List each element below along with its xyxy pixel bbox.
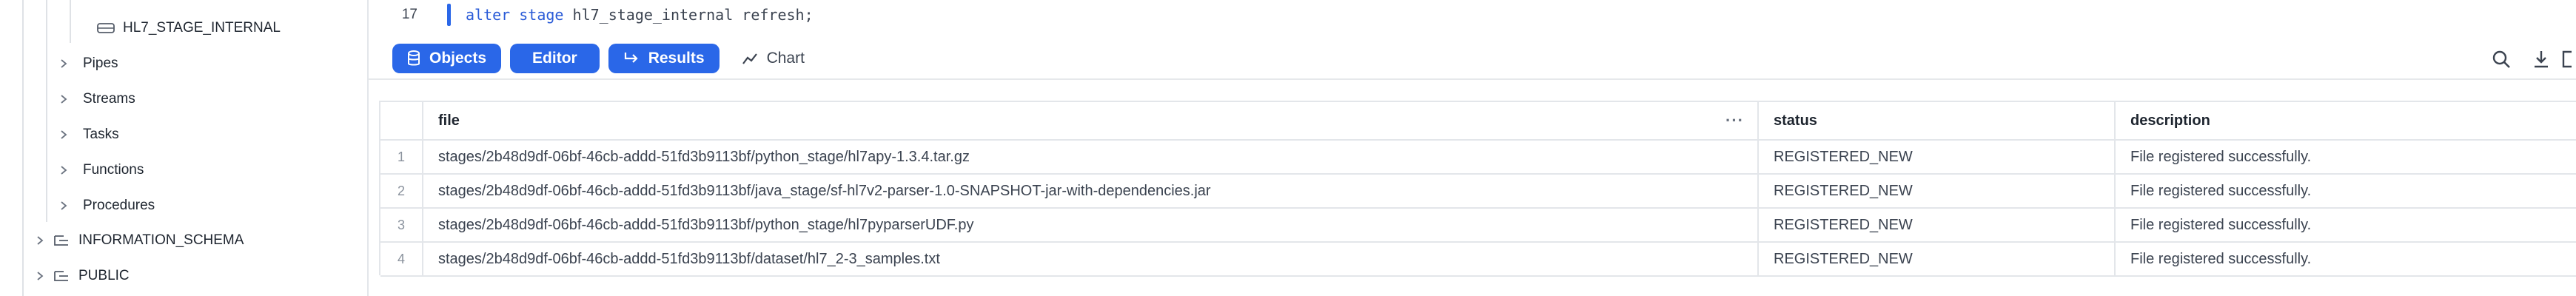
- tree-item-label: PUBLIC: [78, 268, 130, 283]
- chevron-right-icon[interactable]: [56, 56, 71, 71]
- chevron-right-icon[interactable]: [56, 127, 71, 142]
- sql-keyword: alter: [466, 6, 511, 24]
- schema-icon: [52, 233, 71, 248]
- table-row[interactable]: 4 stages/2b48d9df-06bf-46cb-addd-51fd3b9…: [380, 243, 2576, 277]
- column-header-description[interactable]: description: [2116, 102, 2576, 139]
- tree-item-label: Procedures: [83, 198, 155, 213]
- objects-button[interactable]: Objects: [392, 44, 502, 73]
- tree-item-procedures[interactable]: Procedures: [0, 191, 367, 221]
- tree-item-label: INFORMATION_SCHEMA: [78, 232, 244, 248]
- more-options-icon[interactable]: ···: [1725, 102, 1744, 139]
- object-explorer-sidebar: HL7_STAGE_INTERNAL Pipes Streams Tasks F…: [0, 0, 369, 296]
- cell-file[interactable]: stages/2b48d9df-06bf-46cb-addd-51fd3b911…: [423, 243, 1759, 275]
- table-row[interactable]: 3 stages/2b48d9df-06bf-46cb-addd-51fd3b9…: [380, 209, 2576, 243]
- line-number: 17: [401, 7, 417, 22]
- chart-label: Chart: [766, 50, 805, 67]
- return-arrow-icon: [624, 53, 638, 63]
- schema-icon: [52, 269, 71, 283]
- cell-status[interactable]: REGISTERED_NEW: [1759, 209, 2116, 241]
- results-button[interactable]: Results: [608, 44, 720, 73]
- column-title: status: [1774, 112, 1817, 129]
- objects-label: Objects: [429, 50, 487, 67]
- column-header-file[interactable]: file ···: [423, 102, 1759, 139]
- tree-item-public-schema[interactable]: PUBLIC: [0, 261, 367, 291]
- tree-item-label: Functions: [83, 162, 144, 178]
- tree-item-pipes[interactable]: Pipes: [0, 49, 367, 78]
- cell-status[interactable]: REGISTERED_NEW: [1759, 243, 2116, 275]
- results-toolbar: Objects Editor Results Chart: [369, 38, 2576, 80]
- download-icon[interactable]: [2521, 38, 2561, 80]
- stage-icon: [96, 21, 115, 36]
- column-title: description: [2130, 112, 2210, 129]
- chevron-right-icon[interactable]: [56, 92, 71, 107]
- chart-tab[interactable]: Chart: [742, 50, 805, 67]
- tree-item-streams[interactable]: Streams: [0, 84, 367, 114]
- editor-code-line[interactable]: 17 alter stage hl7_stage_internal refres…: [369, 0, 2576, 30]
- cell-description[interactable]: File registered successfully.: [2116, 175, 2576, 207]
- editor-label: Editor: [532, 50, 577, 67]
- active-line-marker: [447, 4, 451, 26]
- row-index: 1: [380, 141, 423, 173]
- table-row[interactable]: 1 stages/2b48d9df-06bf-46cb-addd-51fd3b9…: [380, 141, 2576, 175]
- chevron-right-icon[interactable]: [56, 198, 71, 213]
- row-index: 2: [380, 175, 423, 207]
- chevron-right-icon[interactable]: [33, 269, 47, 283]
- tree-item-label: Streams: [83, 91, 135, 107]
- tree-item-label: Tasks: [83, 127, 119, 142]
- tree-item-stage[interactable]: HL7_STAGE_INTERNAL: [0, 13, 367, 43]
- row-index-header: [380, 102, 423, 139]
- cell-description[interactable]: File registered successfully.: [2116, 243, 2576, 275]
- grid-header-row: file ··· status description: [380, 102, 2576, 141]
- database-icon: [408, 50, 420, 66]
- tree-item-label: Pipes: [83, 56, 118, 71]
- sql-keyword: stage: [519, 6, 564, 24]
- tree-item-tasks[interactable]: Tasks: [0, 120, 367, 149]
- table-row[interactable]: 2 stages/2b48d9df-06bf-46cb-addd-51fd3b9…: [380, 175, 2576, 209]
- cell-status[interactable]: REGISTERED_NEW: [1759, 175, 2116, 207]
- row-index: 3: [380, 209, 423, 241]
- cell-description[interactable]: File registered successfully.: [2116, 209, 2576, 241]
- panel-toggle-icon[interactable]: [2561, 38, 2576, 80]
- chevron-right-icon[interactable]: [56, 163, 71, 178]
- cell-file[interactable]: stages/2b48d9df-06bf-46cb-addd-51fd3b911…: [423, 141, 1759, 173]
- results-label: Results: [648, 50, 705, 67]
- line-chart-icon: [742, 53, 757, 64]
- cell-file[interactable]: stages/2b48d9df-06bf-46cb-addd-51fd3b911…: [423, 175, 1759, 207]
- editor-button[interactable]: Editor: [510, 44, 600, 73]
- tree-item-functions[interactable]: Functions: [0, 155, 367, 185]
- tree-item-information-schema[interactable]: INFORMATION_SCHEMA: [0, 226, 367, 255]
- cell-file[interactable]: stages/2b48d9df-06bf-46cb-addd-51fd3b911…: [423, 209, 1759, 241]
- chevron-right-icon[interactable]: [33, 233, 47, 248]
- toolbar-actions: [2481, 38, 2576, 80]
- sql-code-text: hl7_stage_internal refresh;: [563, 6, 814, 24]
- column-title: file: [438, 112, 460, 129]
- cell-description[interactable]: File registered successfully.: [2116, 141, 2576, 173]
- column-header-status[interactable]: status: [1759, 102, 2116, 139]
- row-index: 4: [380, 243, 423, 275]
- cell-status[interactable]: REGISTERED_NEW: [1759, 141, 2116, 173]
- tree-item-label: HL7_STAGE_INTERNAL: [123, 20, 281, 36]
- results-grid: file ··· status description 1 stages/2b4…: [379, 101, 2576, 277]
- search-icon[interactable]: [2481, 38, 2521, 80]
- worksheet-main: 17 alter stage hl7_stage_internal refres…: [369, 0, 2576, 296]
